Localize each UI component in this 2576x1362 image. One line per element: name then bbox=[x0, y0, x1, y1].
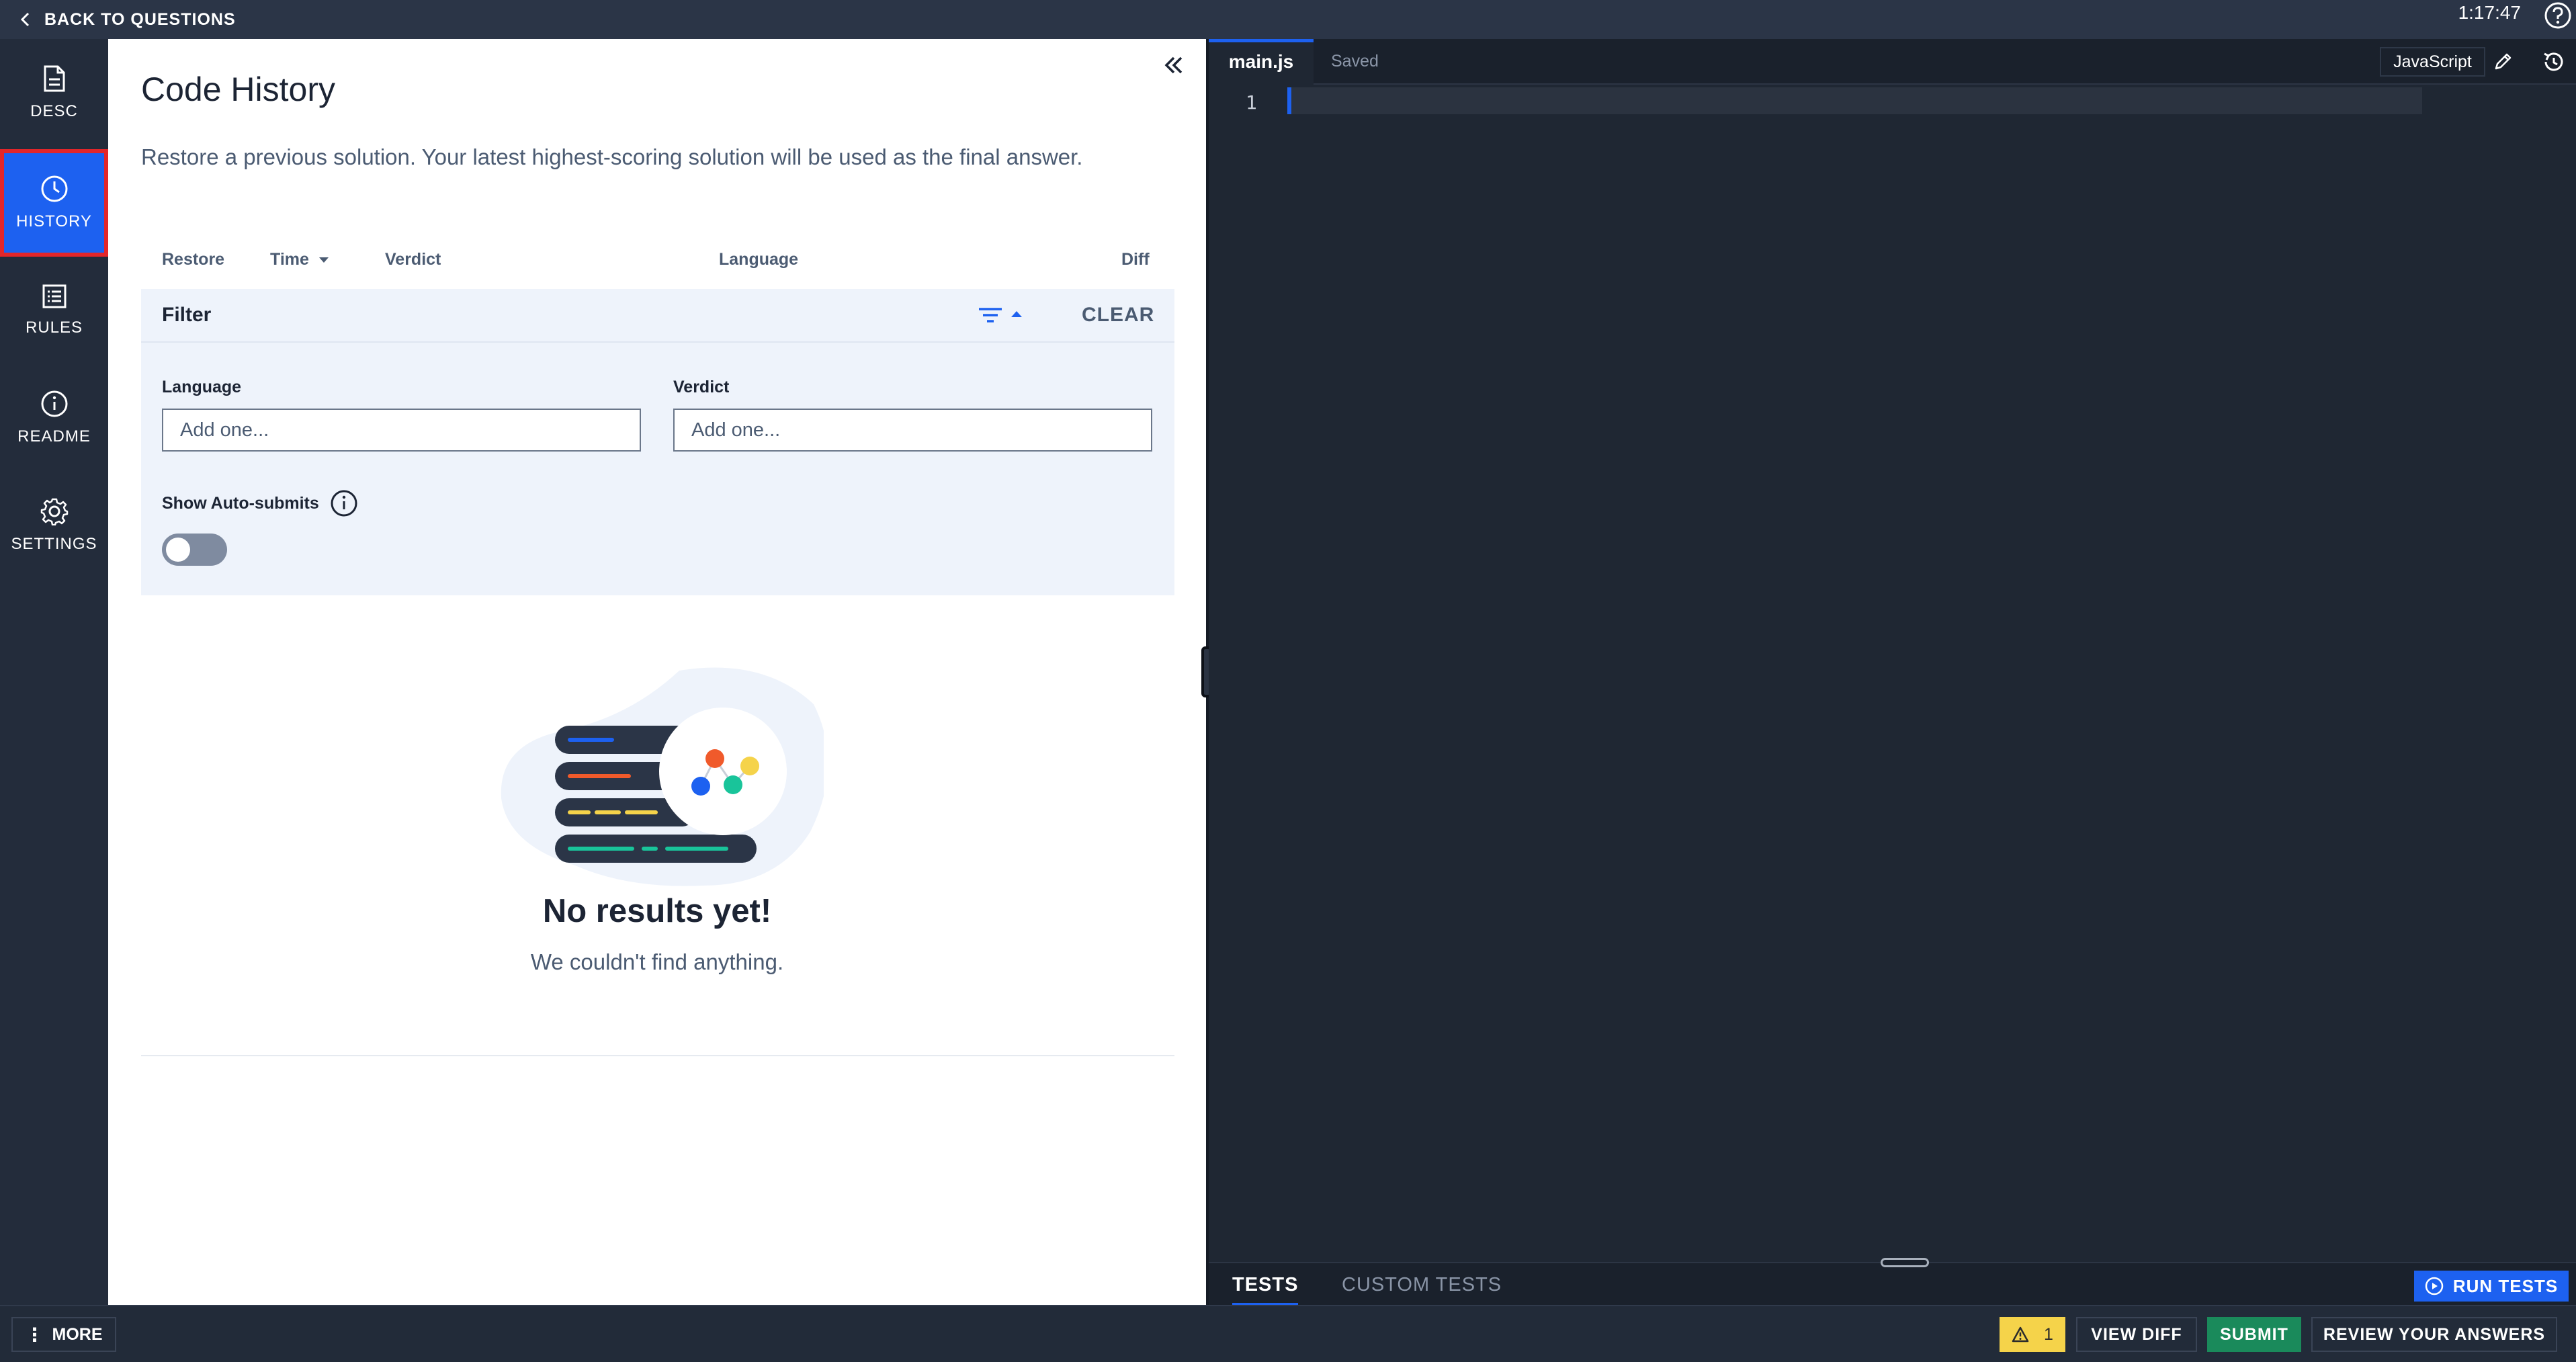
chevron-left-icon bbox=[20, 12, 30, 27]
column-time-label: Time bbox=[270, 250, 309, 269]
timer: 1:17:47 bbox=[2458, 2, 2521, 23]
filter-section: Filter CLEAR Language Add one... Verdict… bbox=[141, 289, 1174, 595]
page-title: Code History bbox=[141, 71, 335, 108]
nav-item-rules-label: RULES bbox=[25, 318, 83, 337]
review-answers-button[interactable]: REVIEW YOUR ANSWERS bbox=[2311, 1317, 2557, 1352]
auto-submits-row: Show Auto-submits bbox=[162, 489, 358, 517]
verdict-filter-input[interactable]: Add one... bbox=[673, 409, 1152, 452]
warning-count: 1 bbox=[2044, 1324, 2053, 1344]
empty-state-title: No results yet! bbox=[542, 893, 772, 929]
save-status: Saved bbox=[1331, 52, 1379, 71]
gear-icon bbox=[40, 498, 68, 525]
warning-badge[interactable]: 1 bbox=[2000, 1317, 2065, 1352]
current-line-highlight bbox=[1291, 87, 2422, 114]
warning-icon bbox=[2012, 1326, 2029, 1343]
left-nav: DESC HISTORY RULES README SETTINGS bbox=[0, 39, 108, 1305]
nav-item-rules[interactable]: RULES bbox=[0, 257, 108, 364]
filter-label: Filter bbox=[162, 304, 212, 326]
play-circle-icon bbox=[2425, 1277, 2444, 1295]
divider bbox=[141, 1055, 1174, 1056]
help-icon[interactable] bbox=[2544, 1, 2572, 30]
language-selector[interactable]: JavaScript bbox=[2380, 47, 2485, 77]
column-language: Language bbox=[719, 250, 799, 269]
collapse-panel-icon[interactable] bbox=[1156, 48, 1190, 82]
line-number: 1 bbox=[1246, 91, 1257, 114]
nav-item-readme[interactable]: README bbox=[0, 364, 108, 472]
more-button[interactable]: ⋮ MORE bbox=[11, 1317, 116, 1352]
reset-history-icon[interactable] bbox=[2540, 48, 2567, 75]
nav-item-history[interactable]: HISTORY bbox=[0, 149, 108, 257]
filter-header[interactable]: Filter CLEAR bbox=[141, 289, 1174, 343]
column-verdict: Verdict bbox=[385, 250, 441, 269]
file-tab-main-js[interactable]: main.js bbox=[1209, 39, 1314, 85]
nav-item-history-label: HISTORY bbox=[16, 212, 92, 230]
empty-state-illustration bbox=[501, 667, 824, 886]
tab-tests[interactable]: TESTS bbox=[1232, 1274, 1299, 1306]
history-table-header: Restore Time Verdict Language Diff bbox=[162, 250, 1153, 277]
text-cursor bbox=[1287, 87, 1291, 114]
info-icon[interactable] bbox=[330, 489, 358, 517]
language-filter-label: Language bbox=[162, 378, 242, 396]
resize-handle[interactable] bbox=[1881, 1258, 1929, 1267]
nav-item-readme-label: README bbox=[17, 427, 91, 445]
back-to-questions-button[interactable]: BACK TO QUESTIONS bbox=[20, 10, 236, 30]
back-to-questions-label: BACK TO QUESTIONS bbox=[44, 9, 236, 29]
bottom-bar: ⋮ MORE 1 VIEW DIFF SUBMIT REVIEW YOUR AN… bbox=[0, 1305, 2576, 1362]
run-tests-label: RUN TESTS bbox=[2452, 1275, 2559, 1296]
tab-custom-tests[interactable]: CUSTOM TESTS bbox=[1342, 1274, 1502, 1296]
empty-state-subtitle: We couldn't find anything. bbox=[530, 949, 784, 974]
more-label: MORE bbox=[52, 1324, 103, 1344]
view-diff-button[interactable]: VIEW DIFF bbox=[2076, 1317, 2197, 1352]
nav-item-settings[interactable]: SETTINGS bbox=[0, 472, 108, 579]
language-filter-input[interactable]: Add one... bbox=[162, 409, 641, 452]
code-history-panel: Code History Restore a previous solution… bbox=[108, 39, 1206, 1305]
submit-button[interactable]: SUBMIT bbox=[2207, 1317, 2301, 1352]
more-vertical-icon: ⋮ bbox=[25, 1324, 44, 1345]
filter-icon[interactable] bbox=[978, 304, 1031, 328]
top-bar: BACK TO QUESTIONS 1:17:47 bbox=[0, 0, 2576, 39]
page-subtitle: Restore a previous solution. Your latest… bbox=[141, 144, 1083, 169]
auto-submits-toggle[interactable] bbox=[162, 534, 227, 566]
column-restore: Restore bbox=[162, 250, 225, 269]
clear-filter-button[interactable]: CLEAR bbox=[1082, 304, 1154, 327]
code-editor: main.js Saved JavaScript 1 bbox=[1209, 39, 2576, 1262]
toggle-knob bbox=[166, 538, 190, 562]
nav-item-desc-label: DESC bbox=[30, 102, 78, 120]
auto-submits-label: Show Auto-submits bbox=[162, 493, 319, 513]
nav-item-settings-label: SETTINGS bbox=[11, 535, 97, 553]
pencil-icon[interactable] bbox=[2493, 51, 2514, 71]
column-time[interactable]: Time bbox=[270, 250, 329, 269]
nav-item-desc[interactable]: DESC bbox=[0, 39, 108, 146]
info-icon bbox=[41, 390, 67, 417]
tests-bar: TESTS CUSTOM TESTS RUN TESTS bbox=[1209, 1258, 2576, 1306]
clock-icon bbox=[41, 175, 67, 202]
document-icon bbox=[44, 65, 65, 92]
sort-down-icon bbox=[318, 257, 329, 263]
list-icon bbox=[42, 284, 66, 308]
column-diff: Diff bbox=[1121, 250, 1150, 269]
editor-tab-bar: main.js Saved JavaScript bbox=[1209, 39, 2576, 85]
verdict-filter-label: Verdict bbox=[673, 378, 730, 396]
run-tests-button[interactable]: RUN TESTS bbox=[2414, 1271, 2569, 1302]
